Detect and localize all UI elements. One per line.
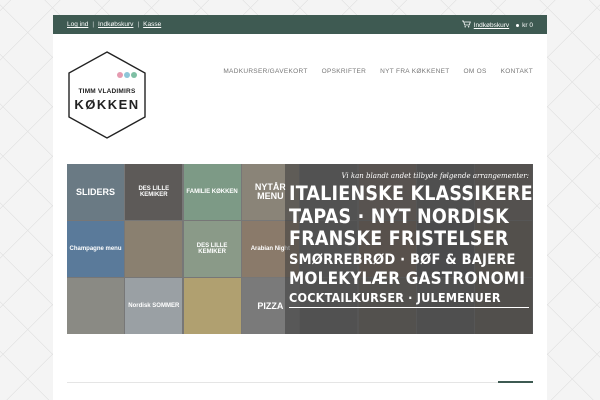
page-container: Log ind | Indkøbskurv | Kasse Indkøbskurv kr… bbox=[53, 15, 547, 400]
main-nav: MADKURSER/GAVEKORT OPSKRIFTER NYT FRA KØ… bbox=[223, 68, 533, 75]
banner-text: Vi kan blandt andet tilbyde følgende arr… bbox=[289, 172, 533, 308]
logo-dot bbox=[124, 72, 130, 78]
banner-underline bbox=[289, 306, 529, 308]
hero-banner[interactable]: SLIDERS DES LILLE KEMIKER FAMILIE KØKKEN NY… bbox=[67, 164, 533, 334]
top-bar: Log ind | Indkøbskurv | Kasse Indkøbskurv kr… bbox=[53, 15, 547, 34]
banner-line: COCKTAILKURSER · JULEMENUER bbox=[289, 290, 501, 305]
divider bbox=[67, 382, 533, 383]
logo-dot bbox=[131, 72, 137, 78]
banner-tile: Nordisk SOMMER bbox=[125, 278, 183, 334]
logo-text-top: TIMM VLADIMIRS bbox=[78, 88, 136, 95]
banner-tile: Champagne menu bbox=[67, 221, 124, 277]
banner-tile bbox=[183, 278, 241, 334]
banner-line: FRANSKE FRISTELSER bbox=[289, 227, 509, 250]
logo-dot bbox=[117, 72, 123, 78]
nav-item-opskrifter[interactable]: OPSKRIFTER bbox=[322, 68, 367, 75]
cart-link[interactable]: Indkøbskurv bbox=[98, 21, 133, 28]
banner-intro: Vi kan blandt andet tilbyde følgende arr… bbox=[341, 172, 529, 180]
separator: | bbox=[137, 21, 140, 28]
checkout-link[interactable]: Kasse bbox=[143, 21, 161, 28]
banner-line: MOLEKYLÆR GASTRONOMI bbox=[289, 269, 526, 289]
cart-amount: kr 0 bbox=[522, 21, 533, 29]
logo-text-main: KØKKEN bbox=[74, 97, 140, 112]
banner-tile: DES LILLE KEMIKER bbox=[125, 164, 183, 220]
banner-line: SMØRREBRØD · BØF & BAJERE bbox=[289, 251, 516, 268]
separator: | bbox=[92, 21, 95, 28]
banner-line: ITALIENSKE KLASSIKERE bbox=[289, 182, 533, 205]
site-logo[interactable]: TIMM VLADIMIRS KØKKEN bbox=[67, 50, 147, 140]
banner-tile: DES LILLE KEMIKER bbox=[183, 221, 241, 277]
nav-item-nyt[interactable]: NYT FRA KØKKENET bbox=[380, 68, 449, 75]
logo-dots bbox=[117, 72, 137, 78]
banner-tile bbox=[67, 278, 124, 334]
bullet-icon bbox=[516, 23, 520, 27]
banner-tile bbox=[125, 221, 183, 277]
nav-item-madkurser[interactable]: MADKURSER/GAVEKORT bbox=[223, 68, 307, 75]
account-links: Log ind | Indkøbskurv | Kasse bbox=[67, 21, 161, 28]
cart-label[interactable]: Indkøbskurv bbox=[474, 22, 509, 29]
divider-accent bbox=[498, 381, 533, 383]
mini-cart[interactable]: Indkøbskurv kr 0 bbox=[461, 20, 533, 30]
banner-line: TAPAS · NYT NORDISK bbox=[289, 204, 509, 228]
login-link[interactable]: Log ind bbox=[67, 21, 88, 28]
nav-item-kontakt[interactable]: KONTAKT bbox=[501, 68, 533, 75]
shopping-cart-icon bbox=[461, 20, 471, 30]
hexagon-logo-icon bbox=[68, 51, 146, 139]
banner-tile: SLIDERS bbox=[67, 164, 124, 220]
nav-item-om-os[interactable]: OM OS bbox=[464, 68, 487, 75]
banner-tile: FAMILIE KØKKEN bbox=[183, 164, 241, 220]
